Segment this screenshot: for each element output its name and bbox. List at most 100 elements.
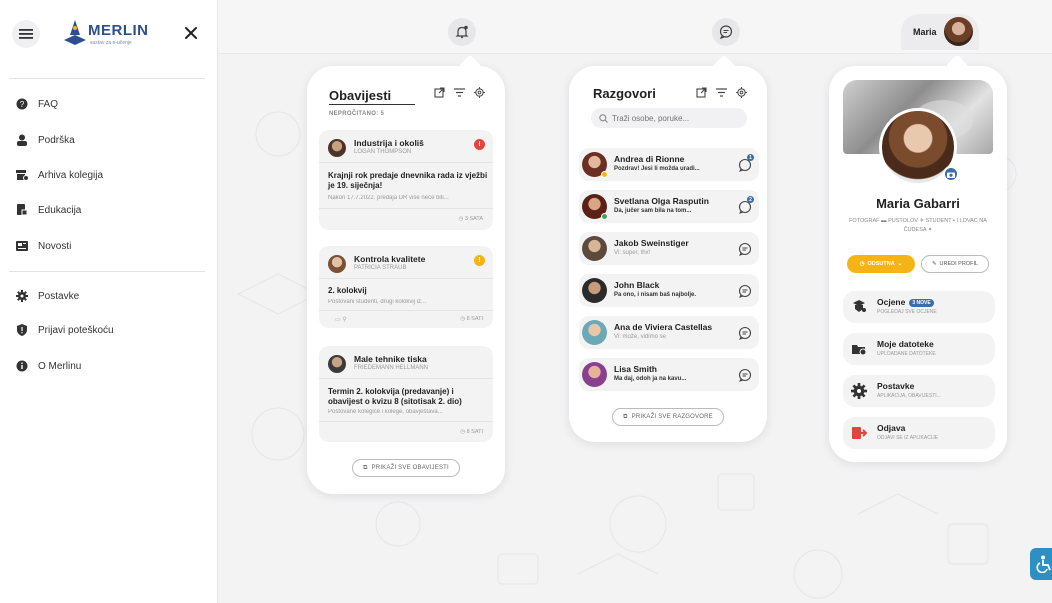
sidebar-item-settings[interactable]: Postavke [16,286,206,306]
chat-item[interactable]: Jakob Sweinstiger Vi: super, thx! [579,232,759,265]
camera-icon[interactable] [943,166,959,182]
panel-actions [433,86,485,98]
logo-subtitle: sustav za e-učenje [90,40,132,46]
card-divider [319,162,493,163]
profile-description: FOTOGRAF ▬ PUSTOLOV ✈ STUDENT ▪ I LOVAC … [849,218,987,233]
avatar [328,255,346,273]
chat-item[interactable]: Svetlana Olga Rasputin Da, jučer sam bil… [579,190,759,223]
profile-item-grades[interactable]: Ocjene 3 NOVE POGLEDAJ SVE OCJENE [843,291,995,323]
sidebar-item-about[interactable]: O Merlinu [16,356,206,376]
gear-icon[interactable] [473,86,485,98]
avatar [582,320,607,345]
item-subtitle: UPLOADANE DATOTEKE [877,351,936,357]
chat-bubble-icon [737,325,753,341]
notification-message: Krajnji rok predaje dnevnika rada iz vje… [328,171,488,190]
pencil-icon: ✎ [931,261,937,267]
last-message: Vi: može, vidimo se [614,334,666,340]
notification-time: ◷ 3 SATA [458,216,483,222]
avatar [582,362,607,387]
profile-item-settings[interactable]: Postavke APLIKACIJA, OBAVIJESTI... [843,375,995,407]
notification-time: ◷ 8 SATI [460,316,483,322]
gear-icon[interactable] [735,86,747,98]
folder-icon [851,341,867,357]
notification-preview: Poštovani studenti, drugi kolokvij iz... [328,299,427,305]
sidebar-item-label: Arhiva kolegija [38,169,104,181]
avatar [328,139,346,157]
menu-icon[interactable] [12,20,40,48]
sidebar-item-news[interactable]: Novosti [16,236,206,256]
chats-panel: Razgovori Andrea di Rionne Pozdrav! Jesi… [569,54,767,442]
last-message: Ma daj, odoh ja na kavu... [614,376,687,382]
card-divider [319,378,493,379]
archive-icon [16,169,28,181]
notification-card[interactable]: Industrija i okoliš LOGAN THOMPSON ! Kra… [319,130,493,230]
profile-item-files[interactable]: Moje datoteke UPLOADANE DATOTEKE [843,333,995,365]
sidebar-item-faq[interactable]: ? FAQ [16,94,206,114]
chat-search[interactable] [591,108,747,128]
show-all-chats-button[interactable]: ⧉ PRIKAŽI SVE RAZGOVORE [612,408,724,426]
avatar [582,278,607,303]
sidebar-item-archive[interactable]: Arhiva kolegija [16,165,206,185]
svg-text:?: ? [20,100,25,109]
teacher-name: FRIEDEMANN HELLMANN [354,365,429,371]
logout-icon [851,425,867,441]
contact-name: Svetlana Olga Rasputin [614,196,709,206]
status-dot [601,171,608,178]
support-icon [16,134,28,146]
open-external-icon: ⧉ [623,413,628,420]
chat-item[interactable]: John Black Pa ono, i nisam baš najbolje. [579,274,759,307]
last-message: Pa ono, i nisam baš najbolje. [614,292,697,298]
sidebar-item-label: FAQ [38,98,59,110]
item-subtitle: POGLEDAJ SVE OCJENE [877,309,937,315]
chat-item[interactable]: Andrea di Rionne Pozdrav! Jesi li možda … [579,148,759,181]
chat-item[interactable]: Ana de Viviera Castellas Vi: može, vidim… [579,316,759,349]
status-dropdown[interactable]: ◷ ODSUTNA ⌄ [847,255,915,273]
filter-icon[interactable] [453,86,465,98]
panel-title: Razgovori [593,86,656,101]
course-name: Industrija i okoliš [354,138,424,148]
last-message: Pozdrav! Jesi li možda uradi... [614,166,700,172]
contact-name: Andrea di Rionne [614,154,685,164]
chevron-down-icon: ⌄ [897,261,903,267]
open-external-icon[interactable] [433,86,445,98]
sidebar-item-report-issue[interactable]: Prijavi poteškoću [16,320,206,340]
sidebar-item-education[interactable]: Edukacija [16,200,206,220]
search-input[interactable] [612,113,742,123]
item-title: Ocjene 3 NOVE [877,297,934,307]
card-divider [319,278,493,279]
notifications-panel: Obavijesti NEPROČITANO: 5 Industrija i o… [307,54,505,494]
search-icon [599,113,608,123]
faq-icon: ? [16,98,28,110]
alert-icon: ! [474,255,485,266]
sidebar-item-label: Podrška [38,134,75,146]
profile-item-logout[interactable]: Odjava ODJAVI SE IZ APLIKACIJE [843,417,995,449]
last-message: Da, jučer sam bila na tom... [614,208,692,214]
notification-card[interactable]: Male tehnike tiska FRIEDEMANN HELLMANN T… [319,346,493,442]
gear-icon [16,290,28,302]
item-subtitle: APLIKACIJA, OBAVIJESTI... [877,393,941,399]
notifications-bell-icon[interactable] [448,18,476,46]
status-dot [601,213,608,220]
unread-count: NEPROČITANO: 5 [329,111,385,117]
last-message: Vi: super, thx! [614,250,651,256]
open-external-icon[interactable] [695,86,707,98]
close-icon[interactable] [180,22,202,44]
notification-card[interactable]: Kontrola kvalitete PATRICIA STRAUB ! 2. … [319,246,493,328]
accessibility-icon[interactable] [1030,548,1052,580]
avatar [582,236,607,261]
user-menu-button[interactable]: Maria [901,14,979,50]
chat-bubble-icon[interactable] [712,18,740,46]
merlin-logo[interactable]: MERLIN sustav za e-učenje [62,16,162,50]
chat-item[interactable]: Lisa Smith Ma daj, odoh ja na kavu... [579,358,759,391]
sidebar-item-support[interactable]: Podrška [16,130,206,150]
teacher-name: PATRICIA STRAUB [354,265,407,271]
sidebar-item-label: Edukacija [38,204,82,216]
filter-icon[interactable] [715,86,727,98]
sidebar-item-label: Novosti [38,240,72,252]
item-subtitle: ODJAVI SE IZ APLIKACIJE [877,435,939,441]
unread-badge: 1 [747,154,754,161]
edit-profile-button[interactable]: ✎ UREDI PROFIL [921,255,989,273]
panel-title: Obavijesti [329,88,392,103]
show-all-notifications-button[interactable]: ⧉ PRIKAŽI SVE OBAVIJESTI [352,459,460,477]
avatar [944,17,973,46]
